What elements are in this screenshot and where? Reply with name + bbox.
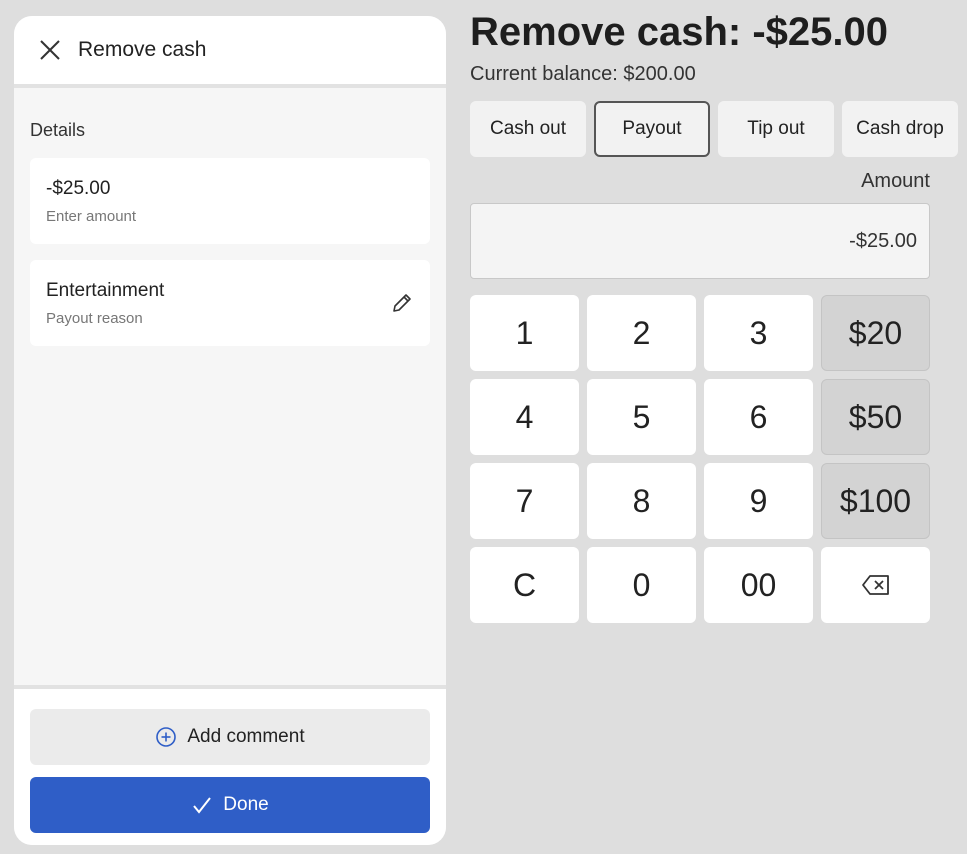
remove-cash-panel: Remove cash Details -$25.00 Enter amount…: [14, 16, 446, 845]
payout-reason-field[interactable]: Entertainment Payout reason: [30, 260, 430, 346]
cash-out-button[interactable]: Cash out: [470, 101, 586, 157]
details-label: Details: [30, 120, 86, 140]
pencil-icon[interactable]: [390, 291, 414, 315]
clear-key[interactable]: C: [470, 547, 579, 623]
done-label: Done: [223, 794, 269, 815]
backspace-icon: [861, 575, 889, 595]
panel-title: Remove cash: [78, 38, 207, 61]
add-comment-button[interactable]: Add comment: [30, 709, 430, 765]
backspace-key[interactable]: [821, 547, 930, 623]
page-title: Remove cash: -$25.00: [470, 10, 889, 54]
panel-header: Remove cash: [14, 16, 446, 88]
key-1[interactable]: 1: [470, 295, 579, 371]
check-icon: [193, 797, 212, 814]
payout-reason-value: Entertainment: [46, 280, 165, 301]
amount-label: Amount: [861, 170, 930, 192]
current-balance: Current balance: $200.00: [470, 63, 696, 85]
tip-out-button[interactable]: Tip out: [718, 101, 834, 157]
key-0[interactable]: 0: [587, 547, 696, 623]
quick-50-button[interactable]: $50: [821, 379, 930, 455]
cash-drop-button[interactable]: Cash drop: [842, 101, 958, 157]
add-comment-label: Add comment: [187, 726, 305, 747]
amount-field-hint: Enter amount: [46, 208, 137, 225]
key-4[interactable]: 4: [470, 379, 579, 455]
amount-field-value: -$25.00: [46, 178, 111, 199]
close-button[interactable]: [35, 35, 65, 65]
key-9[interactable]: 9: [704, 463, 813, 539]
payout-reason-hint: Payout reason: [46, 310, 143, 327]
done-button[interactable]: Done: [30, 777, 430, 833]
panel-footer: Add comment Done: [14, 685, 446, 845]
payout-button[interactable]: Payout: [594, 101, 710, 157]
key-3[interactable]: 3: [704, 295, 813, 371]
close-icon: [40, 40, 60, 60]
key-6[interactable]: 6: [704, 379, 813, 455]
quick-100-button[interactable]: $100: [821, 463, 930, 539]
amount-field[interactable]: -$25.00 Enter amount: [30, 158, 430, 244]
key-5[interactable]: 5: [587, 379, 696, 455]
key-00[interactable]: 00: [704, 547, 813, 623]
amount-input[interactable]: -$25.00: [470, 203, 930, 279]
key-2[interactable]: 2: [587, 295, 696, 371]
quick-20-button[interactable]: $20: [821, 295, 930, 371]
plus-circle-icon: [156, 727, 177, 747]
key-8[interactable]: 8: [587, 463, 696, 539]
key-7[interactable]: 7: [470, 463, 579, 539]
